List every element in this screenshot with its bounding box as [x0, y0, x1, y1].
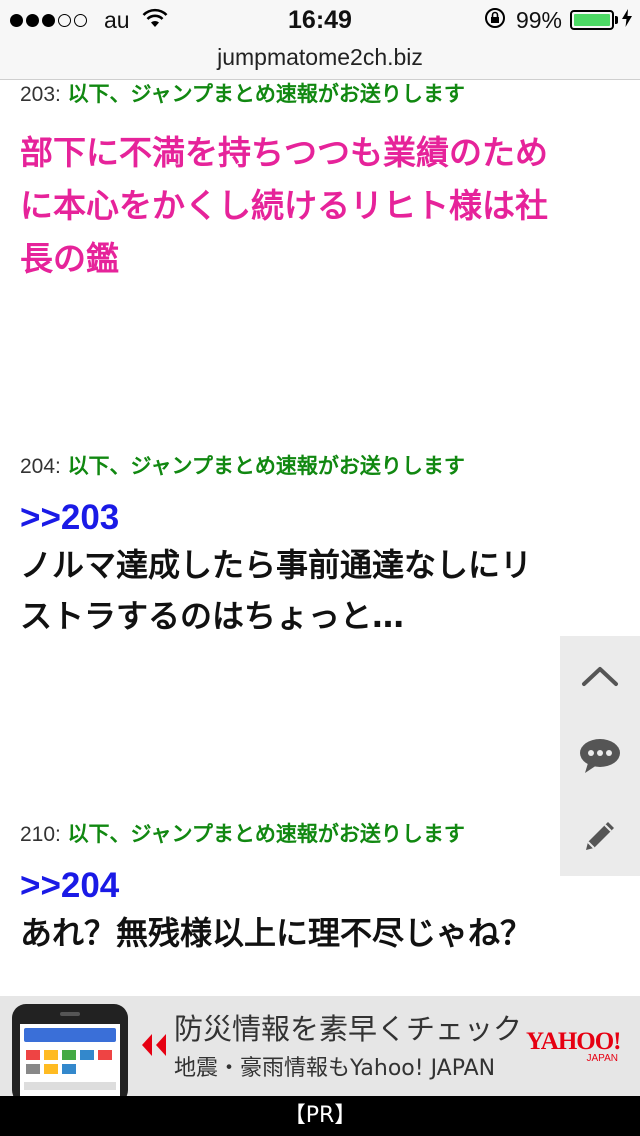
post-line: ストラするのはちょっと… — [20, 597, 405, 635]
battery-icon — [570, 10, 614, 30]
battery-tip — [615, 16, 618, 24]
rotation-lock-icon — [484, 7, 506, 34]
status-right: 99% — [484, 7, 632, 33]
comments-button[interactable] — [560, 716, 640, 796]
post-body: あれ？無残様以上に理不尽じゃね？ — [20, 908, 600, 959]
ad-subtitle: 地震・豪雨情報もYahoo! JAPAN — [174, 1056, 496, 1081]
pencil-icon — [586, 822, 614, 850]
chevron-up-icon — [582, 667, 618, 686]
post-line: あれ？無残様以上に理不尽じゃね？ — [20, 914, 533, 952]
phone-image — [12, 1004, 128, 1096]
post-203: 203: 以下、ジャンプまとめ速報がお送りします 部下に不満を持ちつつも業績のた… — [20, 80, 600, 285]
poster-name: 以下、ジャンプまとめ速報がお送りします — [67, 454, 465, 478]
battery-percent: 99% — [515, 6, 562, 33]
post-number: 210: — [20, 823, 61, 846]
address-bar[interactable]: jumpmatome2ch.biz — [0, 40, 640, 80]
post-line: ノルマ達成したら事前通達なしにリ — [20, 546, 533, 584]
post-line: 長の鑑 — [20, 239, 119, 278]
post-number: 203: — [20, 83, 61, 106]
floating-side-menu — [560, 636, 640, 876]
poster-name: 以下、ジャンプまとめ速報がお送りします — [67, 82, 465, 106]
post-header: 203: 以下、ジャンプまとめ速報がお送りします — [20, 80, 600, 108]
phone-screen-image — [20, 1024, 120, 1096]
reply-anchor-link[interactable]: >>203 — [20, 498, 600, 538]
thread-content: 203: 以下、ジャンプまとめ速報がお送りします 部下に不満を持ちつつも業績のた… — [0, 80, 640, 996]
yahoo-logo: YAHOO! JAPAN — [526, 1028, 630, 1064]
post-header: 204: 以下、ジャンプまとめ速報がお送りします — [20, 450, 600, 480]
post-number: 204: — [20, 455, 61, 478]
charging-bolt-icon — [622, 8, 632, 32]
post-line: に本心をかくし続けるリヒト様は社 — [20, 186, 548, 225]
double-arrow-left-icon — [140, 1032, 168, 1062]
url-text[interactable]: jumpmatome2ch.biz — [217, 44, 423, 70]
post-204: 204: 以下、ジャンプまとめ速報がお送りします >>203 ノルマ達成したら事… — [20, 450, 600, 642]
post-210: 210: 以下、ジャンプまとめ速報がお送りします >>204 あれ？無残様以上に… — [20, 818, 600, 959]
post-body: ノルマ達成したら事前通達なしにリ ストラするのはちょっと… — [20, 540, 600, 642]
post-body: 部下に不満を持ちつつも業績のため に本心をかくし続けるリヒト様は社 長の鑑 — [20, 126, 600, 285]
post-header: 210: 以下、ジャンプまとめ速報がお送りします — [20, 818, 600, 848]
yahoo-logo-text: YAHOO! — [526, 1028, 621, 1055]
post-line: 部下に不満を持ちつつも業績のため — [20, 133, 548, 172]
write-comment-button[interactable] — [560, 796, 640, 876]
poster-name: 以下、ジャンプまとめ速報がお送りします — [67, 822, 465, 846]
ad-banner[interactable]: 防災情報を素早くチェック 地震・豪雨情報もYahoo! JAPAN YAHOO!… — [0, 996, 640, 1096]
pr-label: 【PR】 — [0, 1096, 640, 1136]
status-bar: au 16:49 99% — [0, 0, 640, 40]
ad-title: 防災情報を素早くチェック — [174, 1012, 523, 1046]
scroll-top-button[interactable] — [560, 636, 640, 716]
comment-bubble-icon — [580, 739, 620, 773]
battery-level — [574, 14, 610, 26]
reply-anchor-link[interactable]: >>204 — [20, 866, 600, 906]
